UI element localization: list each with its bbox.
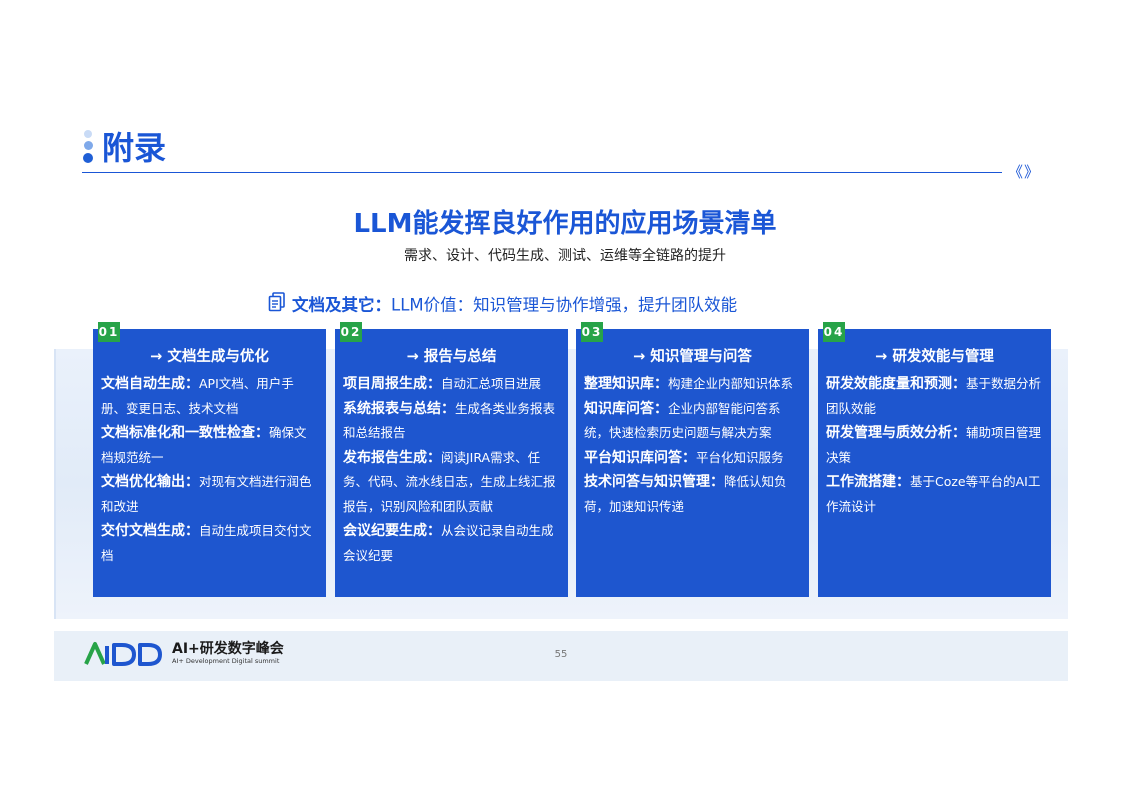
category-line: 文档及其它：LLM价值：知识管理与协作增强，提升团队效能 [268,292,737,318]
card-number-badge: 02 [340,322,362,342]
card-item: 平台知识库问答：平台化知识服务 [584,446,801,471]
item-key: 文档自动生成： [101,376,199,392]
backdrop-edge [54,349,56,619]
card-title: → 报告与总结 [406,349,497,365]
item-key: 工作流搭建： [826,474,910,490]
card-title: → 知识管理与问答 [633,349,752,365]
item-key: 研发管理与质效分析： [826,425,966,441]
card-item: 项目周报生成：自动汇总项目进展 [343,372,560,397]
item-text: 构建企业内部知识体系 [668,376,794,391]
card-reports: 02 → 报告与总结 项目周报生成：自动汇总项目进展 系统报表与总结：生成各类业… [335,322,568,597]
card-number-badge: 01 [98,322,120,342]
item-key: 平台知识库问答： [584,449,696,466]
page-number: 55 [554,649,568,660]
heading-divider [82,172,1002,173]
card-item: 会议纪要生成：从会议记录自动生成会议纪要 [343,519,560,568]
card-item: 研发效能度量和预测：基于数据分析团队效能 [826,372,1043,421]
card-title: → 研发效能与管理 [875,349,994,365]
item-text: 平台化知识服务 [696,449,784,465]
double-chevron-icon: 《》 [1008,163,1041,181]
item-key: 知识库问答： [584,400,668,417]
heading-dots-icon [82,130,94,166]
card-item: 文档自动生成：API文档、用户手册、变更日志、技术文档 [101,372,318,421]
card-doc-generation: 01 → 文档生成与优化 文档自动生成：API文档、用户手册、变更日志、技术文档… [93,322,326,597]
category-value: LLM价值：知识管理与协作增强，提升团队效能 [391,295,738,315]
section-title: 附录 [102,129,167,167]
item-key: 研发效能度量和预测： [826,376,966,392]
item-key: 文档标准化和一致性检查： [101,425,269,441]
card-knowledge: 03 → 知识管理与问答 整理知识库：构建企业内部知识体系 知识库问答：企业内部… [576,322,809,597]
card-item: 交付文档生成：自动生成项目交付文档 [101,519,318,568]
card-number-badge: 03 [581,322,603,342]
item-key: 交付文档生成： [101,523,199,539]
card-item: 整理知识库：构建企业内部知识体系 [584,372,801,397]
card-item: 发布报告生成：阅读JIRA需求、任务、代码、流水线日志，生成上线汇报报告，识别风… [343,446,560,520]
card-number-badge: 04 [823,322,845,342]
card-efficiency: 04 → 研发效能与管理 研发效能度量和预测：基于数据分析团队效能 研发管理与质… [818,322,1051,597]
card-item: 技术问答与知识管理：降低认知负荷，加速知识传递 [584,470,801,519]
card-item: 系统报表与总结：生成各类业务报表和总结报告 [343,397,560,446]
slide-footer: AI+研发数字峰会 AI+ Development Digital summit… [54,631,1068,681]
card-item: 知识库问答：企业内部智能问答系统，快速检索历史问题与解决方案 [584,397,801,446]
document-icon [268,292,286,320]
item-key: 技术问答与知识管理： [584,474,724,490]
category-label: 文档及其它： [292,295,391,315]
item-key: 项目周报生成： [343,376,441,392]
card-title: → 文档生成与优化 [150,349,269,365]
slide-subtitle: 需求、设计、代码生成、测试、运维等全链路的提升 [404,248,726,264]
item-text: 自动汇总项目进展 [441,376,542,391]
card-item: 文档标准化和一致性检查：确保文档规范统一 [101,421,318,470]
card-item: 工作流搭建：基于Coze等平台的AI工作流设计 [826,470,1043,519]
item-key: 文档优化输出： [101,474,199,490]
item-key: 发布报告生成： [343,449,441,466]
card-item: 研发管理与质效分析：辅助项目管理决策 [826,421,1043,470]
item-key: 会议纪要生成： [343,523,441,539]
card-item: 文档优化输出：对现有文档进行润色和改进 [101,470,318,519]
item-key: 系统报表与总结： [343,400,455,417]
item-key: 整理知识库： [584,376,668,392]
slide-title: LLM能发挥良好作用的应用场景清单 [353,209,777,239]
